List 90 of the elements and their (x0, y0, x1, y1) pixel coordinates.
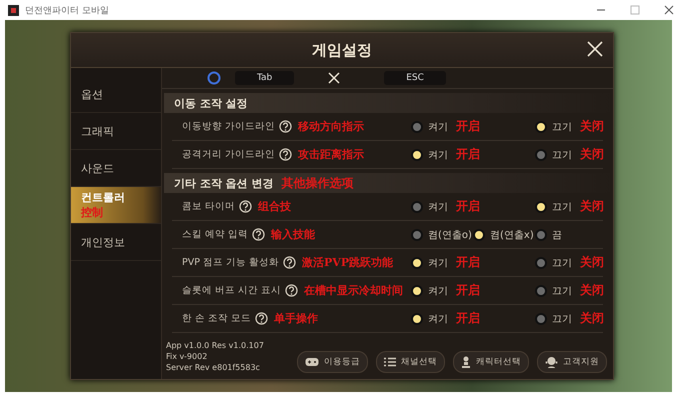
option-label: 끄기 (552, 256, 572, 270)
radio-button[interactable] (411, 312, 423, 324)
section-title: 이동 조작 설정 (174, 96, 248, 110)
annotation-text: 关闭 (580, 198, 604, 215)
radio-button[interactable] (535, 284, 547, 296)
version-text: Fix v-9002 (166, 351, 208, 362)
annotation-text: 开启 (456, 146, 480, 163)
key-cap[interactable]: Tab (235, 71, 294, 85)
help-icon[interactable] (279, 120, 292, 133)
sidebar-tab[interactable]: 컨트롤러 控制 (71, 187, 161, 224)
annotation-text: 控制 (81, 205, 104, 220)
app-icon (8, 4, 19, 16)
annotation-text: 单手操作 (274, 311, 318, 326)
annotation-text: 输入技能 (271, 227, 316, 242)
annotation-text: 关闭 (580, 310, 604, 327)
radio-button[interactable] (473, 228, 485, 240)
radio-button[interactable] (411, 256, 423, 268)
key-cap[interactable]: ESC (384, 71, 446, 85)
annotation-text: 激活PVP跳跃功能 (302, 255, 394, 270)
option-label: 켬(연출x) (490, 228, 534, 242)
dialog-title: 게임설정 (312, 40, 372, 60)
radio-button[interactable] (535, 200, 547, 212)
radio-button[interactable] (411, 228, 423, 240)
annotation-text: 关闭 (580, 146, 604, 163)
annotation-text: 移动方向指示 (298, 119, 364, 134)
annotation-text: 关闭 (580, 254, 604, 271)
annotation-text: 开启 (456, 310, 480, 327)
close-icon[interactable] (664, 5, 674, 15)
annotation-text: 开启 (456, 118, 480, 135)
radio-button[interactable] (535, 148, 547, 160)
setting-label: 콤보 타이머 (182, 200, 236, 213)
sidebar-tab[interactable]: 개인정보 (71, 224, 161, 261)
help-icon[interactable] (252, 228, 266, 241)
setting-label: 스킬 예약 입력 (182, 228, 248, 241)
annotation-text: 其他操作选项 (282, 174, 354, 192)
radio-button[interactable] (411, 200, 423, 212)
annotation-text: 组合技 (258, 199, 292, 214)
annotation-text: 开启 (456, 254, 480, 271)
option-label: 켜기 (428, 312, 448, 326)
window-title: 던전앤파이터 모바일 (25, 4, 109, 16)
option-label: 켜기 (428, 148, 448, 162)
option-label: 켜기 (428, 284, 448, 298)
option-label: 끄기 (552, 284, 572, 298)
annotation-text: 关闭 (580, 282, 604, 299)
option-label: 켜기 (428, 120, 448, 134)
annotation-text: 开启 (456, 282, 480, 299)
help-icon[interactable] (283, 256, 296, 269)
option-label: 끔 (552, 228, 562, 242)
footer-button[interactable]: 고객지원 (537, 351, 607, 373)
setting-label: 슬롯에 버프 시간 표시 (182, 284, 282, 297)
option-label: 켜기 (428, 256, 448, 270)
setting-label: 한 손 조작 모드 (182, 312, 252, 325)
gamepad-icon (305, 357, 319, 367)
help-icon[interactable] (285, 284, 298, 297)
help-icon[interactable] (279, 148, 292, 161)
footer-button[interactable]: 채널선택 (376, 351, 445, 373)
annotation-text: 开启 (456, 198, 480, 215)
sidebar-tab[interactable]: 그래픽 (71, 113, 161, 150)
radio-button[interactable] (411, 120, 423, 132)
support-agent-icon (545, 356, 558, 368)
setting-label: 이동방향 가이드라인 (182, 120, 276, 133)
setting-label: PVP 점프 기능 활성화 (182, 256, 280, 269)
radio-button[interactable] (535, 312, 547, 324)
radio-button[interactable] (535, 120, 547, 132)
annotation-text: 关闭 (580, 118, 604, 135)
radio-button[interactable] (535, 228, 547, 240)
help-icon[interactable] (255, 312, 268, 325)
option-label: 켬(연출o) (428, 228, 472, 242)
help-icon[interactable] (239, 200, 252, 213)
version-text: App v1.0.0 Res v1.0.107 (166, 340, 264, 351)
option-label: 끄기 (552, 120, 572, 134)
annotation-text: 攻击距离指示 (298, 147, 364, 162)
footer-button[interactable]: 이용등급 (297, 351, 368, 373)
radio-button[interactable] (535, 256, 547, 268)
radio-button[interactable] (411, 148, 423, 160)
list-icon (384, 357, 396, 367)
option-label: 켜기 (428, 200, 448, 214)
annotation-text: 在槽中显示冷却时间 (304, 283, 404, 298)
option-label: 끄기 (552, 200, 572, 214)
radio-ring-icon (207, 71, 221, 85)
footer-button[interactable]: 캐릭터선택 (453, 351, 529, 373)
option-label: 끄기 (552, 312, 572, 326)
option-label: 끄기 (552, 148, 572, 162)
section-title: 기타 조작 옵션 변경 (174, 176, 274, 190)
version-text: Server Rev e801f5583c (166, 362, 261, 373)
sidebar-tab[interactable]: 옵션 (71, 76, 161, 113)
radio-button[interactable] (411, 284, 423, 296)
setting-label: 공격거리 가이드라인 (182, 148, 276, 161)
cross-icon (328, 72, 340, 84)
person-icon (461, 356, 471, 368)
